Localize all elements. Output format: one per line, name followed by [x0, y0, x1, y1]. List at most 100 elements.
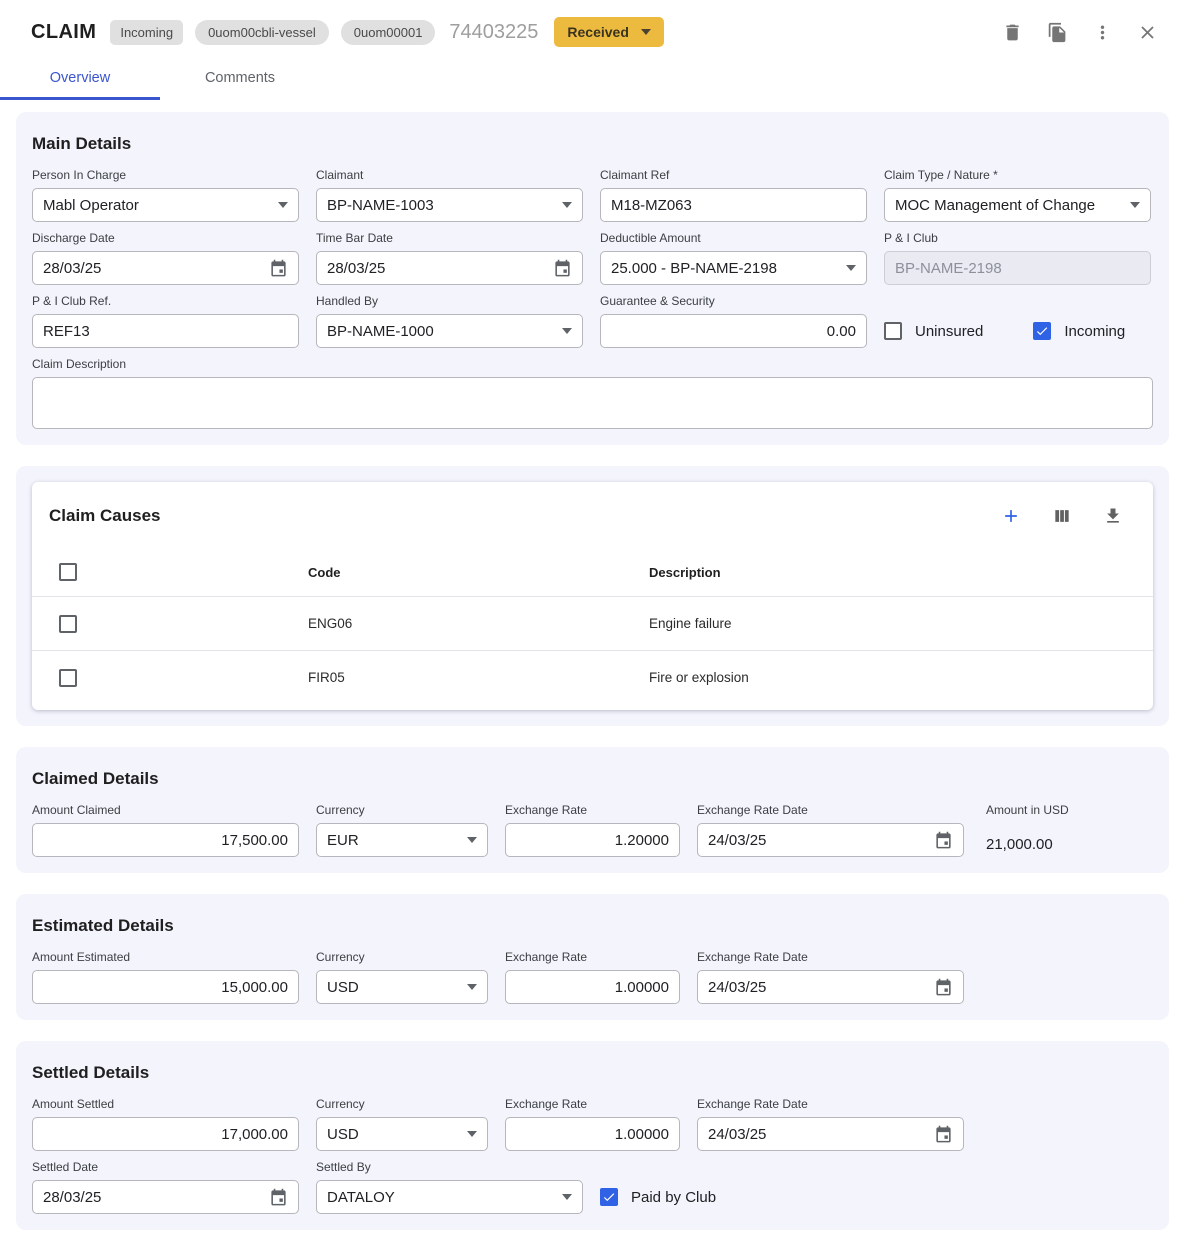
settled-currency-select[interactable]: USD: [316, 1117, 488, 1151]
pi-club-ref-input[interactable]: REF13: [32, 314, 299, 348]
field-label: Currency: [316, 950, 488, 965]
table-row[interactable]: ENG06 Engine failure: [32, 596, 1153, 650]
claim-description-textarea[interactable]: [32, 377, 1153, 429]
claimed-exchange-rate-input[interactable]: 1.20000: [505, 823, 680, 857]
field-label: Exchange Rate: [505, 1097, 680, 1112]
field-label: Deductible Amount: [600, 231, 867, 246]
reference-badge: 0uom00001: [341, 20, 436, 45]
field-label: Amount Claimed: [32, 803, 299, 818]
estimated-exchange-rate-date-input[interactable]: 24/03/25: [697, 970, 964, 1004]
amount-settled-input[interactable]: 17,000.00: [32, 1117, 299, 1151]
paid-by-club-checkbox-row[interactable]: Paid by Club: [600, 1188, 716, 1206]
columns-icon: [1052, 506, 1072, 526]
calendar-icon[interactable]: [269, 259, 288, 278]
chevron-down-icon: [467, 1131, 477, 1137]
amount-claimed-input[interactable]: 17,500.00: [32, 823, 299, 857]
close-button[interactable]: [1133, 18, 1161, 46]
paid-by-club-checkbox[interactable]: [600, 1188, 618, 1206]
kebab-menu-icon: [1092, 22, 1113, 43]
column-settings-button[interactable]: [1048, 502, 1076, 530]
calendar-icon[interactable]: [269, 1188, 288, 1207]
plus-icon: [1001, 506, 1021, 526]
claim-type-select[interactable]: MOC Management of Change: [884, 188, 1151, 222]
field-label: Amount in USD: [986, 803, 1069, 818]
field-label: Exchange Rate Date: [697, 1097, 964, 1112]
calendar-icon[interactable]: [553, 259, 572, 278]
claimed-exchange-rate-date-input[interactable]: 24/03/25: [697, 823, 964, 857]
claim-causes-card: Claim Causes: [32, 482, 1153, 710]
title-row: CLAIM Incoming 0uom00cbli-vessel 0uom000…: [0, 14, 1185, 50]
incoming-checkbox[interactable]: [1033, 322, 1051, 340]
status-dropdown-button[interactable]: Received: [554, 17, 663, 47]
field-label: P & I Club Ref.: [32, 294, 299, 309]
estimated-exchange-rate-input[interactable]: 1.00000: [505, 970, 680, 1004]
check-icon: [602, 1190, 616, 1204]
amount-estimated-input[interactable]: 15,000.00: [32, 970, 299, 1004]
section-title: Claimed Details: [32, 769, 1153, 789]
time-bar-date-input[interactable]: 28/03/25: [316, 251, 583, 285]
add-claim-cause-button[interactable]: [997, 502, 1025, 530]
calendar-icon[interactable]: [934, 978, 953, 997]
row-select-checkbox[interactable]: [59, 615, 77, 633]
tab-overview[interactable]: Overview: [0, 60, 160, 100]
calendar-icon[interactable]: [934, 1125, 953, 1144]
table-header-row: Code Description: [32, 548, 1153, 596]
main-details-section: Main Details Person In Charge Mabl Opera…: [16, 112, 1169, 445]
deductible-amount-select[interactable]: 25.000 - BP-NAME-2198: [600, 251, 867, 285]
chevron-down-icon: [1130, 202, 1140, 208]
field-label: Currency: [316, 803, 488, 818]
trash-icon: [1002, 22, 1023, 43]
tab-comments[interactable]: Comments: [160, 60, 320, 100]
uninsured-checkbox[interactable]: [884, 322, 902, 340]
settled-by-select[interactable]: DATALOY: [316, 1180, 583, 1214]
field-label: Exchange Rate Date: [697, 950, 964, 965]
handled-by-select[interactable]: BP-NAME-1000: [316, 314, 583, 348]
field-label: Claim Description: [32, 357, 1153, 372]
select-all-checkbox[interactable]: [59, 563, 77, 581]
field-label: Claimant: [316, 168, 583, 183]
field-label: Discharge Date: [32, 231, 299, 246]
guarantee-security-input[interactable]: 0.00: [600, 314, 867, 348]
main-content: Main Details Person In Charge Mabl Opera…: [0, 100, 1185, 1250]
claimed-currency-select[interactable]: EUR: [316, 823, 488, 857]
close-icon: [1137, 22, 1158, 43]
duplicate-button[interactable]: [1043, 18, 1071, 46]
person-in-charge-select[interactable]: Mabl Operator: [32, 188, 299, 222]
claimant-select[interactable]: BP-NAME-1003: [316, 188, 583, 222]
settled-date-input[interactable]: 28/03/25: [32, 1180, 299, 1214]
more-menu-button[interactable]: [1088, 18, 1116, 46]
field-label: Settled By: [316, 1160, 583, 1175]
page-title: CLAIM: [31, 21, 96, 44]
estimated-currency-select[interactable]: USD: [316, 970, 488, 1004]
chevron-down-icon: [467, 837, 477, 843]
settled-details-section: Settled Details Amount Settled 17,000.00…: [16, 1041, 1169, 1230]
field-label: Currency: [316, 1097, 488, 1112]
card-title: Claim Causes: [49, 506, 161, 526]
field-label: Settled Date: [32, 1160, 299, 1175]
header: CLAIM Incoming 0uom00cbli-vessel 0uom000…: [0, 0, 1185, 100]
incoming-checkbox-row[interactable]: Incoming: [1033, 322, 1125, 340]
status-label: Received: [567, 24, 628, 40]
delete-button[interactable]: [998, 18, 1026, 46]
table-row[interactable]: FIR05 Fire or explosion: [32, 650, 1153, 704]
field-label: Guarantee & Security: [600, 294, 867, 309]
claim-number: 74403225: [449, 21, 538, 44]
cell-code: ENG06: [308, 616, 649, 631]
field-label: Exchange Rate: [505, 950, 680, 965]
settled-exchange-rate-input[interactable]: 1.00000: [505, 1117, 680, 1151]
discharge-date-input[interactable]: 28/03/25: [32, 251, 299, 285]
chevron-down-icon: [562, 1194, 572, 1200]
claimed-details-section: Claimed Details Amount Claimed 17,500.00…: [16, 747, 1169, 873]
claim-causes-section: Claim Causes: [16, 466, 1169, 726]
export-button[interactable]: [1099, 502, 1127, 530]
claimant-ref-input[interactable]: M18-MZ063: [600, 188, 867, 222]
uninsured-checkbox-row[interactable]: Uninsured: [884, 322, 983, 340]
direction-badge: Incoming: [110, 20, 183, 45]
row-select-checkbox[interactable]: [59, 669, 77, 687]
check-icon: [1035, 324, 1049, 338]
settled-exchange-rate-date-input[interactable]: 24/03/25: [697, 1117, 964, 1151]
field-label: Amount Settled: [32, 1097, 299, 1112]
section-title: Settled Details: [32, 1063, 1153, 1083]
calendar-icon[interactable]: [934, 831, 953, 850]
tab-bar: Overview Comments: [0, 60, 1185, 100]
